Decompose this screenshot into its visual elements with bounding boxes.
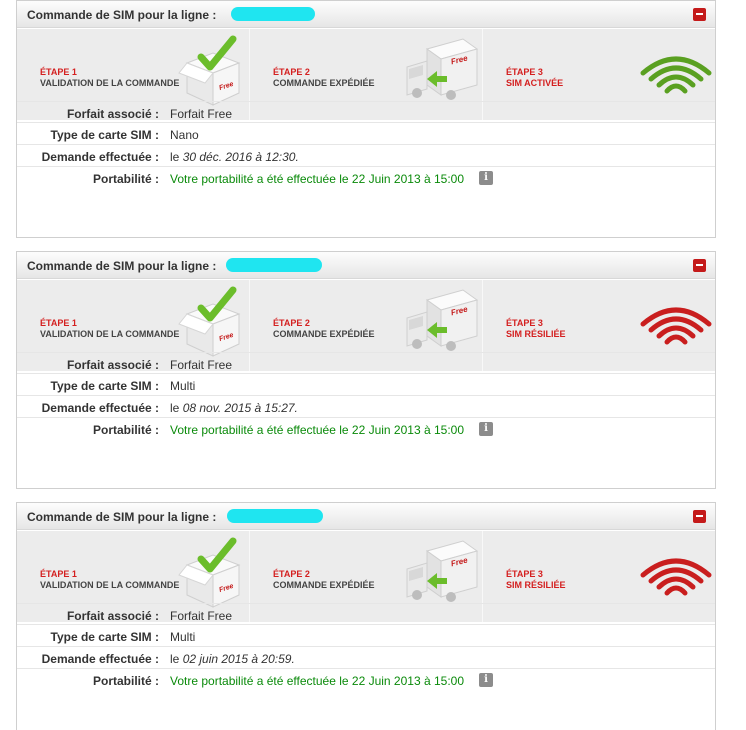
step-1-label: VALIDATION DE LA COMMANDE [40, 329, 180, 339]
step-2-number: ÉTAPE 2 [273, 67, 310, 77]
request-date-label: Demande effectuée : [41, 150, 159, 164]
panel-title: Commande de SIM pour la ligne : [27, 259, 217, 273]
row-forfait: Forfait associé : Forfait Free [17, 101, 715, 123]
wifi-signal-green-icon [640, 56, 712, 94]
step-3-number: ÉTAPE 3 [506, 318, 543, 328]
portability-value: Votre portabilité a été effectuée le 22 … [170, 674, 464, 688]
step-3-label: SIM RÉSILIÉE [506, 580, 566, 590]
sim-order-panel: Commande de SIM pour la ligne : ÉTAPE 1 … [16, 0, 716, 238]
portability-value: Votre portabilité a été effectuée le 22 … [170, 423, 464, 437]
forfait-label: Forfait associé : [66, 358, 159, 372]
step-3-number: ÉTAPE 3 [506, 569, 543, 579]
row-portability: Portabilité : Votre portabilité a été ef… [17, 418, 715, 440]
portability-label: Portabilité : [92, 674, 159, 688]
step-1-number: ÉTAPE 1 [40, 67, 77, 77]
step-3-number: ÉTAPE 3 [506, 67, 543, 77]
portability-value: Votre portabilité a été effectuée le 22 … [170, 172, 464, 186]
sim-type-label: Type de carte SIM : [50, 379, 159, 393]
row-portability: Portabilité : Votre portabilité a été ef… [17, 167, 715, 189]
row-request-date: Demande effectuée : le 30 déc. 2016 à 12… [17, 145, 715, 167]
forfait-label: Forfait associé : [66, 107, 159, 121]
step-1-number: ÉTAPE 1 [40, 318, 77, 328]
step-2-number: ÉTAPE 2 [273, 569, 310, 579]
request-date-value: le 30 déc. 2016 à 12:30. [170, 150, 299, 164]
row-sim-type: Type de carte SIM : Multi [17, 374, 715, 396]
wifi-signal-red-icon [640, 307, 712, 345]
portability-label: Portabilité : [92, 423, 159, 437]
forfait-value: Forfait Free [170, 358, 233, 372]
step-2-label: COMMANDE EXPÉDIÉE [273, 78, 375, 88]
order-details: Forfait associé : Forfait Free Type de c… [17, 352, 715, 440]
sim-type-label: Type de carte SIM : [50, 630, 159, 644]
row-forfait: Forfait associé : Forfait Free [17, 603, 715, 625]
panel-header: Commande de SIM pour la ligne : [17, 503, 715, 530]
sim-type-value: Multi [170, 630, 196, 644]
request-date-value: le 08 nov. 2015 à 15:27. [170, 401, 298, 415]
request-date-label: Demande effectuée : [41, 401, 159, 415]
delivery-truck-icon: Free [406, 289, 479, 351]
step-3-label: SIM RÉSILIÉE [506, 329, 566, 339]
forfait-value: Forfait Free [170, 107, 233, 121]
step-1-number: ÉTAPE 1 [40, 569, 77, 579]
panel-header: Commande de SIM pour la ligne : [17, 252, 715, 279]
row-request-date: Demande effectuée : le 08 nov. 2015 à 15… [17, 396, 715, 418]
validation-box-check-icon: Free [178, 537, 241, 608]
request-date-label: Demande effectuée : [41, 652, 159, 666]
sim-type-value: Multi [170, 379, 196, 393]
step-2-number: ÉTAPE 2 [273, 318, 310, 328]
validation-box-check-icon: Free [178, 286, 241, 357]
delivery-truck-icon: Free [406, 540, 479, 602]
wifi-signal-red-icon [640, 558, 712, 596]
panel-header: Commande de SIM pour la ligne : [17, 1, 715, 28]
sim-order-panel: Commande de SIM pour la ligne : ÉTAPE 1 … [16, 502, 716, 730]
row-sim-type: Type de carte SIM : Nano [17, 123, 715, 145]
step-1-label: VALIDATION DE LA COMMANDE [40, 580, 180, 590]
panel-title: Commande de SIM pour la ligne : [27, 8, 217, 22]
step-3-label: SIM ACTIVÉE [506, 78, 564, 88]
portability-label: Portabilité : [92, 172, 159, 186]
validation-box-check-icon: Free [178, 35, 241, 106]
forfait-value: Forfait Free [170, 609, 233, 623]
collapse-button[interactable] [693, 510, 706, 523]
forfait-label: Forfait associé : [66, 609, 159, 623]
redacted-phone-number [226, 258, 322, 272]
info-icon[interactable]: i [479, 673, 493, 687]
redacted-phone-number [227, 509, 323, 523]
row-sim-type: Type de carte SIM : Multi [17, 625, 715, 647]
redacted-phone-number [231, 7, 315, 21]
delivery-truck-icon: Free [406, 38, 479, 100]
request-date-value: le 02 juin 2015 à 20:59. [170, 652, 295, 666]
row-forfait: Forfait associé : Forfait Free [17, 352, 715, 374]
order-details: Forfait associé : Forfait Free Type de c… [17, 603, 715, 691]
info-icon[interactable]: i [479, 422, 493, 436]
step-2-label: COMMANDE EXPÉDIÉE [273, 329, 375, 339]
sim-type-label: Type de carte SIM : [50, 128, 159, 142]
order-details: Forfait associé : Forfait Free Type de c… [17, 101, 715, 189]
sim-order-panel: Commande de SIM pour la ligne : ÉTAPE 1 … [16, 251, 716, 489]
step-2-label: COMMANDE EXPÉDIÉE [273, 580, 375, 590]
collapse-button[interactable] [693, 259, 706, 272]
panel-title: Commande de SIM pour la ligne : [27, 510, 217, 524]
row-portability: Portabilité : Votre portabilité a été ef… [17, 669, 715, 691]
step-1-label: VALIDATION DE LA COMMANDE [40, 78, 180, 88]
sim-type-value: Nano [170, 128, 199, 142]
row-request-date: Demande effectuée : le 02 juin 2015 à 20… [17, 647, 715, 669]
info-icon[interactable]: i [479, 171, 493, 185]
collapse-button[interactable] [693, 8, 706, 21]
